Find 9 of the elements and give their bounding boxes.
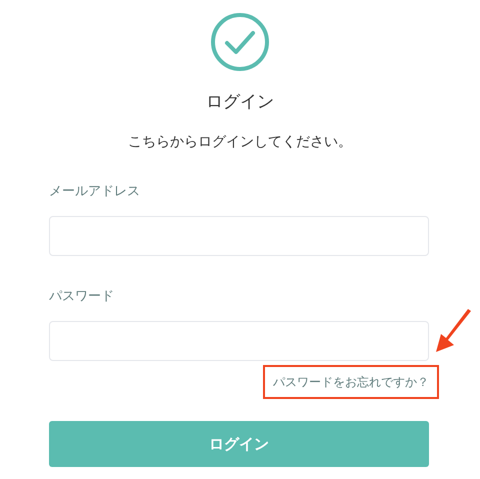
input-field[interactable]	[49, 321, 429, 361]
pointer-arrow	[434, 308, 474, 354]
field-label: パスワード	[49, 288, 115, 306]
checkmark-icon	[210, 12, 270, 72]
field-label: メールアドレス	[49, 183, 141, 201]
page-title: ログイン	[206, 91, 274, 114]
input-field[interactable]	[49, 216, 429, 256]
instruction-text: こちらからログインしてください。	[128, 133, 352, 152]
forgot-password-link[interactable]: パスワードをお忘れですか？	[263, 365, 439, 399]
